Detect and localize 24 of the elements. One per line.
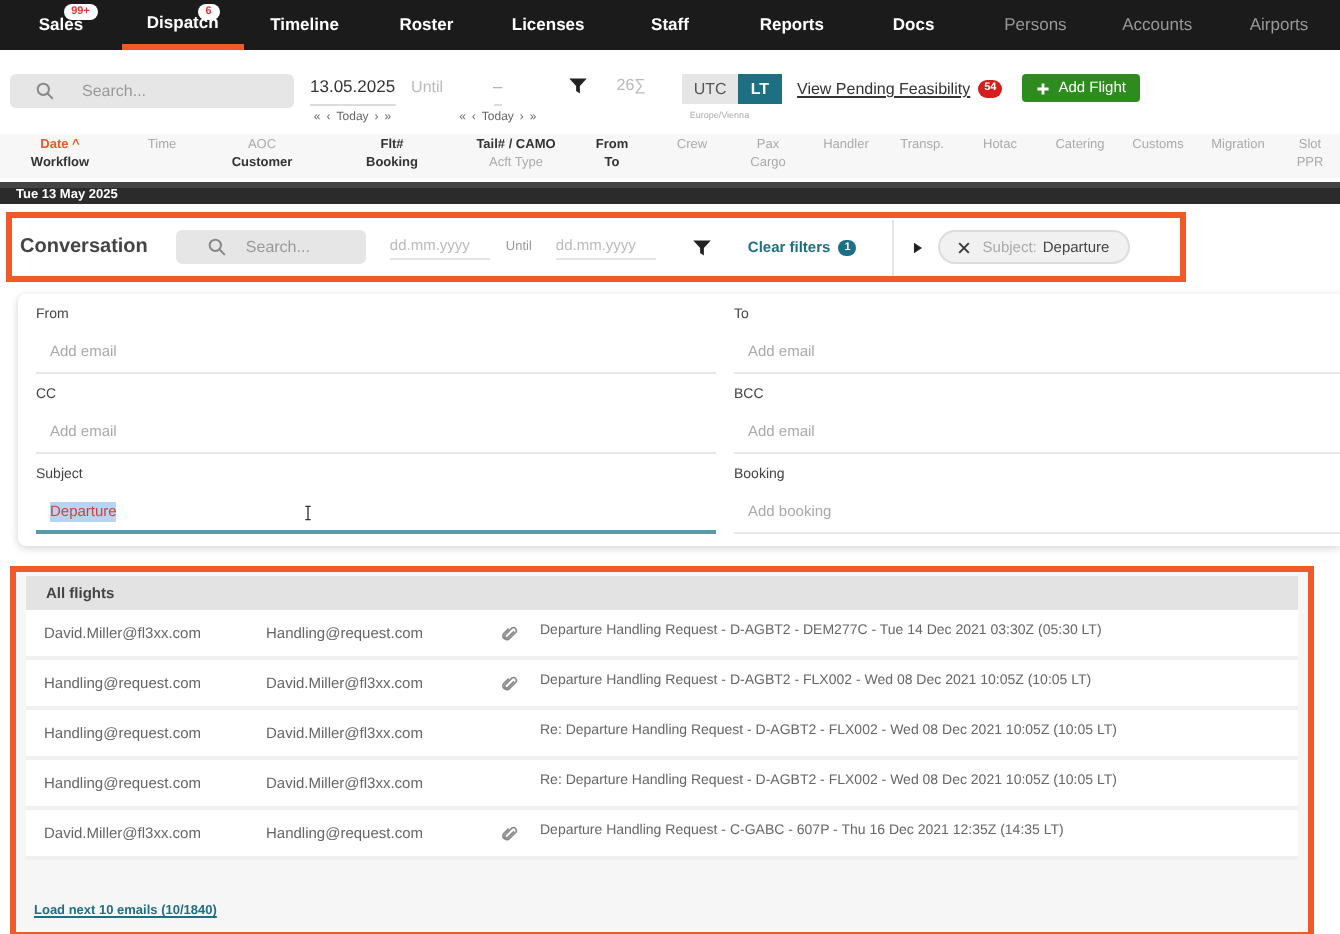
text-cursor-icon: [304, 503, 313, 521]
nav-tab[interactable]: Reports: [730, 0, 853, 50]
nav-tab[interactable]: Airports: [1218, 0, 1340, 50]
nav-tab[interactable]: Docs: [852, 0, 975, 50]
nav-tab[interactable]: Licenses: [487, 0, 610, 50]
pending-feasibility-link[interactable]: View Pending Feasibility: [797, 74, 971, 102]
panel-title: Conversation: [20, 234, 148, 262]
close-icon[interactable]: [958, 241, 971, 253]
search-icon: [207, 238, 226, 256]
expand-arrow-icon[interactable]: [914, 241, 923, 253]
nav-tab[interactable]: Timeline: [243, 0, 366, 50]
nav-tab[interactable]: Roster: [365, 0, 488, 50]
nav-tab[interactable]: Persons: [974, 0, 1097, 50]
plus-icon: [1036, 81, 1051, 95]
date-field[interactable]: 13.05.2025: [310, 74, 396, 106]
nav-tab[interactable]: Accounts: [1096, 0, 1219, 50]
sum-label: 26∑: [616, 74, 646, 98]
timezone-toggle[interactable]: LT: [738, 74, 782, 104]
nav-tab[interactable]: Staff: [609, 0, 731, 50]
timezone-toggle[interactable]: UTC: [681, 74, 739, 104]
filter-icon[interactable]: [691, 237, 712, 257]
until-label: Until: [411, 76, 444, 100]
search-icon: [36, 82, 54, 100]
filter-icon[interactable]: [568, 76, 589, 96]
